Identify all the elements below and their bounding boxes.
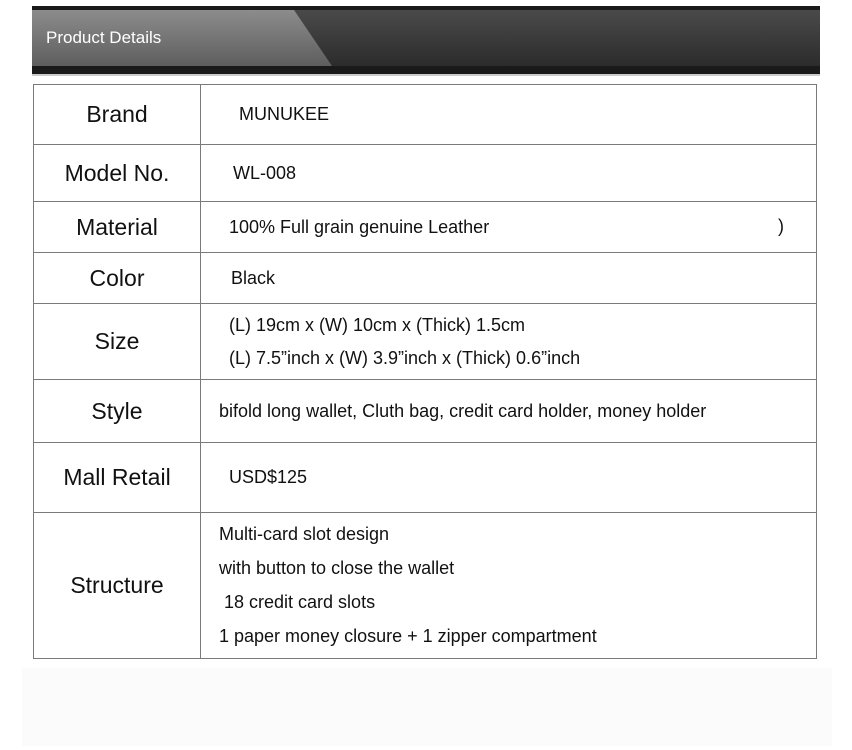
size-imperial: (L) 7.5”inch x (W) 3.9”inch x (Thick) 0.… [229, 347, 581, 368]
style-value: bifold long wallet, Cluth bag, credit ca… [219, 400, 707, 421]
header-band: Product Details [32, 10, 820, 66]
structure-line: with button to close the wallet [219, 558, 455, 578]
spec-value: MUNUKEE [200, 84, 817, 145]
spec-label: Color [33, 252, 201, 304]
spec-label: Size [33, 303, 201, 380]
product-spec-table: Brand MUNUKEE Model No. WL-008 Material … [33, 84, 817, 659]
spec-row-retail: Mall Retail USD$125 [33, 442, 817, 513]
spec-row-structure: Structure Multi-card slot design with bu… [33, 512, 817, 659]
spec-label: Structure [33, 512, 201, 659]
spec-row-size: Size (L) 19cm x (W) 10cm x (Thick) 1.5cm… [33, 303, 817, 380]
material-value: 100% Full grain genuine Leather [229, 216, 490, 237]
header-divider [32, 74, 820, 76]
spec-label: Material [33, 201, 201, 253]
footer-shadow [22, 668, 832, 746]
structure-line: 18 credit card slots [219, 592, 376, 612]
spec-value: Multi-card slot design with button to cl… [200, 512, 817, 659]
spec-row-material: Material 100% Full grain genuine Leather… [33, 201, 817, 253]
spec-label: Mall Retail [33, 442, 201, 513]
spec-row-style: Style bifold long wallet, Cluth bag, cre… [33, 379, 817, 443]
header-title: Product Details [46, 28, 162, 47]
material-paren: ) [778, 216, 784, 236]
brand-value: MUNUKEE [239, 104, 330, 124]
spec-row-model: Model No. WL-008 [33, 144, 817, 202]
spec-label: Style [33, 379, 201, 443]
retail-value: USD$125 [229, 467, 308, 487]
spec-value: bifold long wallet, Cluth bag, credit ca… [200, 379, 817, 443]
spec-value: USD$125 [200, 442, 817, 513]
spec-value: WL-008 [200, 144, 817, 202]
size-metric: (L) 19cm x (W) 10cm x (Thick) 1.5cm [229, 314, 526, 335]
spec-value: Black [200, 252, 817, 304]
spec-label: Brand [33, 84, 201, 145]
spec-value: (L) 19cm x (W) 10cm x (Thick) 1.5cm (L) … [200, 303, 817, 380]
product-details-header: Product Details [32, 6, 820, 76]
color-value: Black [231, 267, 276, 288]
model-value: WL-008 [233, 162, 297, 183]
structure-line: Multi-card slot design [219, 524, 390, 544]
spec-value: 100% Full grain genuine Leather ) [200, 201, 817, 253]
spec-label: Model No. [33, 144, 201, 202]
structure-line: 1 paper money closure + 1 zipper compart… [219, 626, 597, 646]
spec-row-brand: Brand MUNUKEE [33, 84, 817, 145]
spec-row-color: Color Black [33, 252, 817, 304]
